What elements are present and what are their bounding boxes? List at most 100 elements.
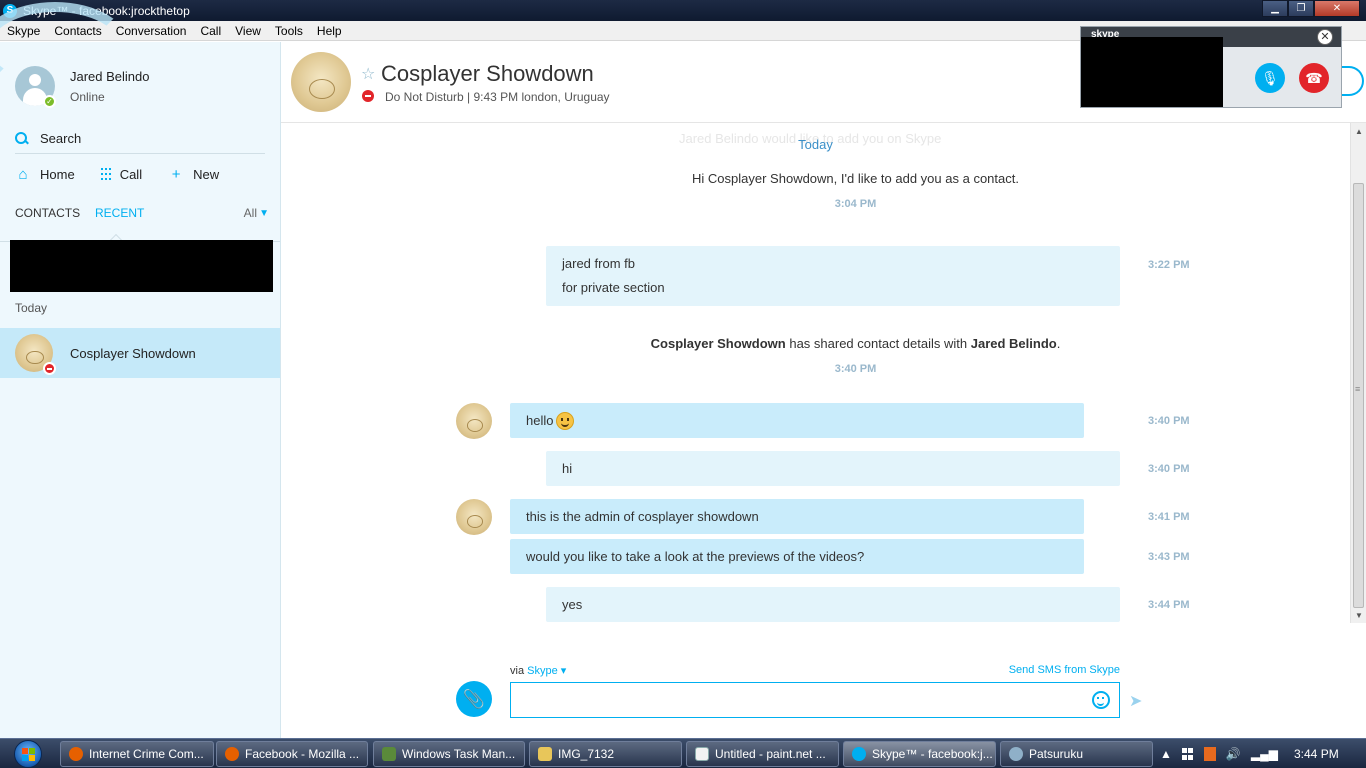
- message-text: yes: [562, 596, 583, 612]
- chevron-down-icon: ▼: [259, 208, 269, 219]
- send-sms-link[interactable]: Send SMS from Skype: [1009, 664, 1120, 676]
- taskbar-item-folder[interactable]: IMG_7132: [529, 741, 682, 767]
- contact-tabs: CONTACTS RECENT All ▼: [15, 206, 269, 226]
- message-time: 3:40 PM: [1148, 463, 1190, 475]
- profile-name[interactable]: Jared Belindo: [70, 69, 150, 84]
- nav-home[interactable]: ⌂ Home: [15, 166, 74, 183]
- via-prefix: via: [510, 665, 528, 677]
- conversation-panel: Jared Belindo would like to add you on S…: [281, 123, 1350, 653]
- taskbar-item-label: Untitled - paint.net ...: [715, 747, 826, 761]
- message-time: 3:22 PM: [1148, 259, 1190, 271]
- tab-contacts[interactable]: CONTACTS: [15, 206, 80, 220]
- maximize-button[interactable]: ❐: [1288, 0, 1314, 17]
- paperclip-icon: 📎: [462, 688, 486, 709]
- attach-file-button[interactable]: 📎: [456, 681, 492, 717]
- folder-icon: [538, 747, 552, 761]
- phone-icon: [1009, 747, 1023, 761]
- taskbar-item-paint-net[interactable]: Untitled - paint.net ...: [686, 741, 839, 767]
- taskbar-item-label: Internet Crime Com...: [89, 747, 204, 761]
- online-status-icon: ✓: [43, 95, 56, 108]
- message-text: for private section: [562, 280, 665, 295]
- emoticon-button[interactable]: [1092, 691, 1110, 709]
- task-manager-icon: [382, 747, 396, 761]
- close-window-button[interactable]: ✕: [1314, 0, 1360, 17]
- message-input[interactable]: [510, 682, 1120, 718]
- windows-logo-icon: [14, 740, 42, 768]
- search-box[interactable]: Search: [15, 124, 265, 154]
- recent-group-label: Today: [15, 301, 48, 315]
- firefox-icon: [69, 747, 83, 761]
- dialpad-icon: [100, 167, 111, 181]
- scrollbar-thumb[interactable]: [1353, 183, 1364, 608]
- sidebar: ✓ Jared Belindo Online Search ⌂ Home Cal…: [0, 2, 281, 738]
- taskbar-item-label: Facebook - Mozilla ...: [245, 747, 360, 761]
- profile-status[interactable]: Online: [70, 90, 105, 104]
- shared-to-name: Jared Belindo: [970, 336, 1057, 351]
- paint-net-icon: [695, 747, 709, 761]
- scroll-down-arrow-icon[interactable]: ▼: [1351, 607, 1366, 623]
- app-tray-icon[interactable]: [1203, 747, 1216, 761]
- shared-from-name: Cosplayer Showdown: [650, 336, 786, 351]
- message-bubble-outgoing[interactable]: hi: [546, 451, 1120, 486]
- menu-view[interactable]: View: [228, 24, 268, 38]
- taskbar-item-patsuruku[interactable]: Patsuruku: [1000, 741, 1153, 767]
- hang-up-button[interactable]: ☎: [1299, 63, 1329, 93]
- day-label: Today: [798, 137, 833, 152]
- recent-item-cosplayer-showdown[interactable]: Cosplayer Showdown: [0, 328, 280, 378]
- window-controls: ▁ ❐ ✕: [1262, 0, 1360, 17]
- call-overlay-close-button[interactable]: ✕: [1317, 29, 1333, 45]
- filter-all-dropdown[interactable]: All: [244, 206, 257, 220]
- menu-call[interactable]: Call: [193, 24, 228, 38]
- message-bubble-incoming[interactable]: this is the admin of cosplayer showdown: [510, 499, 1084, 534]
- show-hidden-icons-arrow-icon[interactable]: ▲: [1160, 747, 1172, 761]
- message-bubble-incoming[interactable]: would you like to take a look at the pre…: [510, 539, 1084, 574]
- header-contact-avatar[interactable]: [291, 52, 351, 112]
- message-bubble-incoming[interactable]: hello: [510, 403, 1084, 438]
- skype-icon: [852, 747, 866, 761]
- message-sender-avatar[interactable]: [456, 499, 492, 535]
- action-center-flag-icon[interactable]: [1181, 748, 1194, 760]
- message-bubble-outgoing[interactable]: jared from fb for private section: [546, 246, 1120, 306]
- nav-call[interactable]: Call: [100, 166, 143, 182]
- message-text: would you like to take a look at the pre…: [526, 548, 865, 564]
- message-text: this is the admin of cosplayer showdown: [526, 508, 759, 524]
- send-message-button[interactable]: ➤: [1129, 691, 1142, 711]
- plus-icon: +: [171, 165, 181, 183]
- scroll-up-arrow-icon[interactable]: ▲: [1351, 123, 1366, 139]
- search-label: Search: [40, 131, 82, 146]
- volume-icon[interactable]: 🔊: [1226, 747, 1241, 761]
- menu-tools[interactable]: Tools: [268, 24, 310, 38]
- network-signal-icon[interactable]: ▂▄▆: [1251, 747, 1278, 761]
- tab-recent[interactable]: RECENT: [95, 206, 144, 220]
- message-bubble-outgoing[interactable]: yes: [546, 587, 1120, 622]
- minimize-button[interactable]: ▁: [1262, 0, 1288, 17]
- nav-call-label: Call: [119, 166, 143, 182]
- nav-new[interactable]: + New: [168, 166, 219, 183]
- start-button[interactable]: [4, 739, 52, 768]
- taskbar-item-skype[interactable]: Skype™ - facebook:j...: [843, 741, 996, 767]
- conversation-scrollbar[interactable]: ▲ ▼: [1350, 123, 1366, 623]
- do-not-disturb-icon: [362, 90, 374, 102]
- smiley-icon: [556, 412, 575, 431]
- message-text-row: hello: [526, 409, 1068, 433]
- via-service: Skype: [527, 665, 558, 677]
- message-text: hi: [562, 460, 573, 476]
- taskbar-item-task-manager[interactable]: Windows Task Man...: [373, 741, 525, 767]
- taskbar-item-firefox-facebook[interactable]: Facebook - Mozilla ...: [216, 741, 368, 767]
- contact-request-message: Hi Cosplayer Showdown, I'd like to add y…: [692, 171, 1019, 186]
- message-time: 3:44 PM: [1148, 599, 1190, 611]
- call-overlay: skype ✕ 🎙 ☎: [1080, 26, 1342, 108]
- menu-help[interactable]: Help: [310, 24, 349, 38]
- do-not-disturb-icon: [43, 362, 56, 375]
- microphone-button[interactable]: 🎙: [1255, 63, 1285, 93]
- taskbar-item-firefox-crime[interactable]: Internet Crime Com...: [60, 741, 214, 767]
- taskbar-clock[interactable]: 3:44 PM: [1294, 747, 1339, 761]
- message-time: 3:40 PM: [1148, 415, 1190, 427]
- via-selector[interactable]: via Skype ▾: [510, 664, 566, 677]
- message-sender-avatar[interactable]: [456, 403, 492, 439]
- message-time: 3:41 PM: [1148, 511, 1190, 523]
- message-time: 3:43 PM: [1148, 551, 1190, 563]
- chevron-down-icon: ▾: [557, 665, 567, 677]
- message-text: hello: [526, 412, 554, 428]
- favorite-star-icon[interactable]: ☆: [361, 64, 375, 84]
